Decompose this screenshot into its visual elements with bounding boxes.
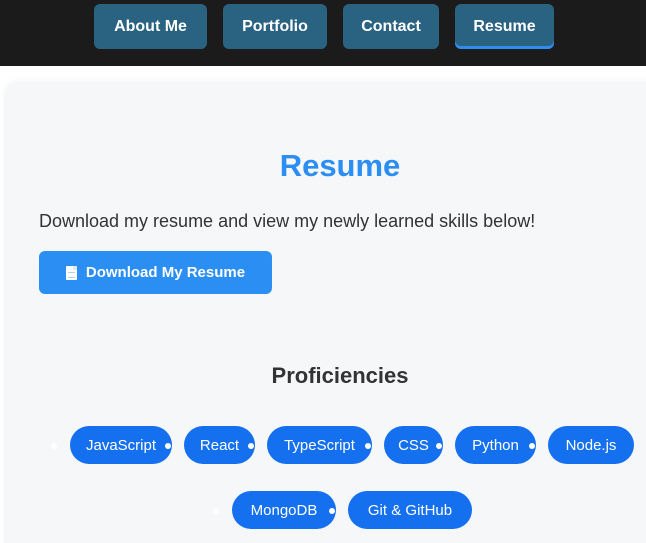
proficiencies-title: Proficiencies	[271, 363, 409, 388]
skill-chip: CSS	[384, 426, 443, 464]
skill-chip: TypeScript	[267, 426, 372, 464]
page-title: Resume	[279, 148, 401, 183]
download-resume-button[interactable]: Download My Resume	[39, 251, 272, 294]
bullet-dot	[329, 508, 335, 514]
skill-chip: JavaScript	[70, 426, 172, 464]
top-navigation: About Me Portfolio Contact Resume	[0, 0, 646, 66]
skill-chip: Node.js	[548, 426, 634, 464]
skill-chip: MongoDB	[232, 491, 336, 529]
skill-chip: React	[184, 426, 255, 464]
bullet-dot	[529, 443, 535, 449]
resume-intro-text: Download my resume and view my newly lea…	[39, 211, 536, 231]
nav-resume-button[interactable]: Resume	[455, 4, 554, 49]
nav-about-button[interactable]: About Me	[94, 4, 207, 49]
nav-portfolio-button[interactable]: Portfolio	[223, 4, 327, 49]
bullet-dot	[248, 443, 254, 449]
download-resume-label: Download My Resume	[85, 264, 246, 281]
document-icon	[65, 265, 77, 280]
skill-chip: Git & GitHub	[348, 491, 472, 529]
bullet-dot	[365, 443, 371, 449]
bullet-dot	[165, 443, 171, 449]
bullet-dot	[436, 443, 442, 449]
bullet-dot	[213, 508, 219, 514]
skill-chip: Python	[455, 426, 536, 464]
bullet-dot	[51, 443, 57, 449]
nav-contact-button[interactable]: Contact	[343, 4, 439, 49]
